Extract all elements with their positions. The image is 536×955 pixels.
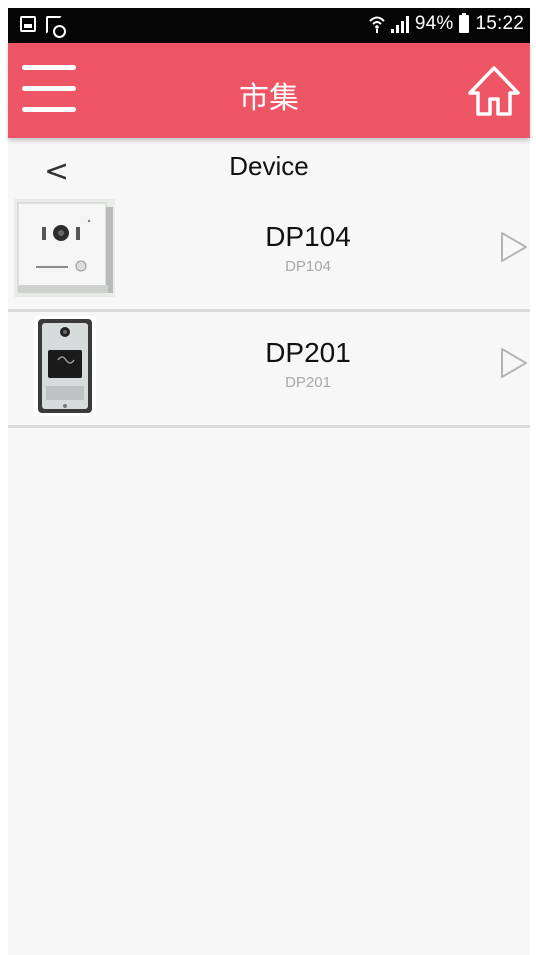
battery-icon bbox=[459, 13, 470, 33]
device-name: DP104 bbox=[265, 221, 351, 252]
status-time: 15:22 bbox=[475, 13, 524, 34]
doorbell-tall-thumbnail bbox=[34, 316, 96, 416]
device-model: DP201 bbox=[285, 374, 331, 391]
home-icon[interactable] bbox=[466, 63, 522, 119]
section-title: Device bbox=[229, 151, 309, 181]
wifi-icon bbox=[369, 16, 385, 33]
play-arrow-icon[interactable] bbox=[500, 347, 528, 379]
play-arrow-icon[interactable] bbox=[500, 231, 528, 263]
signal-icon bbox=[390, 15, 409, 33]
calendar-icon bbox=[46, 16, 66, 38]
app-frame: 94% 15:22 市集 < Device DP104 DP104 DP201 … bbox=[8, 8, 530, 955]
status-bar-right: 94% 15:22 bbox=[369, 13, 524, 35]
list-item[interactable]: DP201 DP201 bbox=[8, 312, 530, 428]
doorbell-square-thumbnail bbox=[14, 199, 115, 297]
device-list: DP104 DP104 DP201 DP201 bbox=[8, 196, 530, 428]
subheader: < Device bbox=[8, 148, 530, 193]
app-header: 市集 bbox=[8, 43, 530, 138]
page-title: 市集 bbox=[239, 81, 299, 116]
status-bar-left bbox=[20, 16, 66, 38]
device-name: DP201 bbox=[265, 337, 351, 368]
battery-percent: 94% bbox=[414, 13, 454, 34]
image-icon bbox=[20, 16, 36, 32]
status-bar: 94% 15:22 bbox=[8, 8, 530, 43]
list-item[interactable]: DP104 DP104 bbox=[8, 196, 530, 312]
device-model: DP104 bbox=[285, 258, 331, 275]
